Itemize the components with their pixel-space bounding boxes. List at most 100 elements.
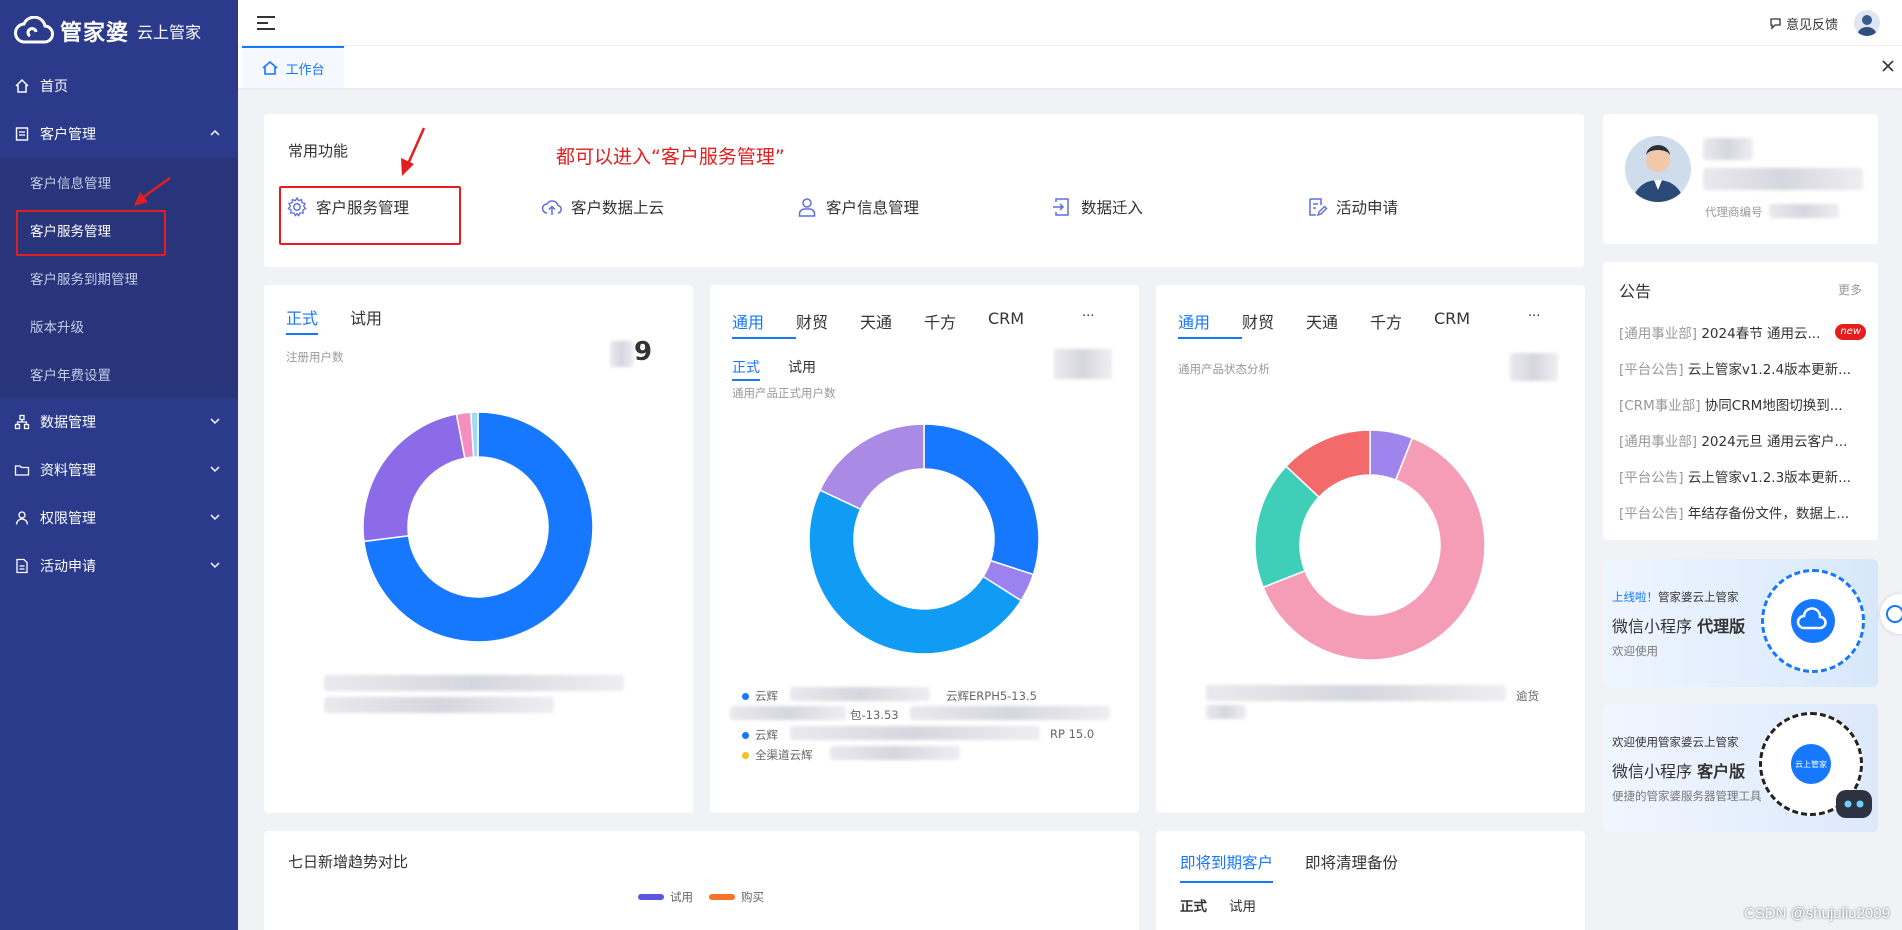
banner2-top: 欢迎使用管家婆云上管家 — [1612, 735, 1739, 749]
card2-legend-blur-2 — [730, 706, 846, 720]
tab-workbench[interactable]: 工作台 — [242, 46, 344, 88]
legend-item-trial[interactable]: 试用 — [638, 889, 693, 905]
subtab-formal[interactable]: 正式 — [1180, 895, 1207, 915]
mini-program-customer-banner[interactable]: 欢迎使用管家婆云上管家 微信小程序 客户版 便捷的管家婆服务器管理工具 云上管家 — [1603, 704, 1878, 832]
tab-caimao[interactable]: 财贸 — [796, 309, 860, 339]
new-badge: new — [1835, 324, 1866, 340]
red-arrow-sidebar — [134, 176, 171, 206]
tab-more[interactable]: ··· — [1528, 309, 1540, 339]
menu-fold-icon[interactable] — [256, 15, 276, 31]
tab-crm[interactable]: CRM — [988, 309, 1082, 339]
function-customer-info[interactable]: 客户信息管理 — [796, 196, 1051, 218]
tab-general[interactable]: 通用 — [1178, 309, 1242, 339]
sidebar-nav-lower: 数据管理 资料管理 权限管理 活动申请 — [0, 398, 238, 590]
notice-item[interactable]: [通用事业部] 2024春节 通用云... — [1619, 322, 1820, 342]
side-float-button[interactable] — [1880, 594, 1902, 634]
chevron-up-icon — [210, 129, 220, 136]
product-users-card: 通用 财贸 天通 千方 CRM ··· 正式 试用 通用产品正式用户数 云辉 云… — [710, 285, 1139, 813]
card2-subtabs: 正式 试用 — [732, 357, 816, 381]
robot-assistant-icon[interactable] — [1836, 790, 1872, 818]
notice-tag: [通用事业部] — [1619, 434, 1698, 450]
tab-trial[interactable]: 试用 — [350, 305, 382, 335]
legend-label: 试用 — [670, 890, 693, 904]
subtab-trial[interactable]: 试用 — [1229, 895, 1256, 915]
sidebar: 管家婆 云上管家 首页 客户管理 客户信息管理 客户服务管理 客户服务到期管理 … — [0, 0, 238, 930]
tab-qianfang[interactable]: 千方 — [924, 309, 988, 339]
notice-item[interactable]: [通用事业部] 2024元旦 通用云客户... — [1619, 430, 1847, 450]
legend-dot — [742, 751, 749, 759]
tab-tiantong[interactable]: 天通 — [1306, 309, 1370, 339]
sidebar-item-data[interactable]: 数据管理 — [0, 398, 238, 446]
tab-caimao[interactable]: 财贸 — [1242, 309, 1306, 339]
sidebar-item-customer[interactable]: 客户管理 — [0, 110, 238, 158]
function-row: 客户服务管理 客户数据上云 客户信息管理 数据迁入 活动申请 — [286, 196, 1561, 218]
notice-text: 年结存备份文件，数据上... — [1687, 506, 1850, 522]
tab-tiantong[interactable]: 天通 — [860, 309, 924, 339]
avatar-person-icon — [1633, 145, 1683, 202]
mini-program-agent-banner[interactable]: 上线啦！管家婆云上管家 微信小程序 代理版 欢迎使用 — [1603, 559, 1878, 687]
banner2-sub: 便捷的管家婆服务器管理工具 — [1612, 789, 1762, 803]
tab-backup-cleanup[interactable]: 即将清理备份 — [1305, 851, 1398, 883]
tab-more[interactable]: ··· — [1082, 309, 1094, 339]
notice-item[interactable]: [平台公告] 年结存备份文件，数据上... — [1619, 502, 1849, 522]
card3-legend-end: 逾货 — [1516, 688, 1539, 704]
banner2-main: 微信小程序 客户版 — [1612, 758, 1745, 782]
card1-number: 9 — [634, 337, 653, 367]
user-avatar[interactable] — [1854, 10, 1880, 36]
tab-qianfang[interactable]: 千方 — [1370, 309, 1434, 339]
sidebar-item-label: 权限管理 — [40, 511, 96, 527]
notice-item[interactable]: [CRM事业部] 协同CRM地图切换到... — [1619, 394, 1843, 414]
close-icon[interactable] — [1880, 58, 1896, 74]
function-data-upload[interactable]: 客户数据上云 — [541, 196, 796, 218]
function-data-import[interactable]: 数据迁入 — [1051, 196, 1306, 218]
sidebar-item-permissions[interactable]: 权限管理 — [0, 494, 238, 542]
function-label: 客户信息管理 — [826, 199, 920, 217]
donut-slice[interactable] — [923, 423, 1040, 576]
banner1-top: 上线啦！管家婆云上管家 — [1612, 589, 1739, 605]
qr-label: 云上管家 — [1795, 759, 1827, 769]
function-label: 活动申请 — [1336, 199, 1399, 217]
sidebar-item-home[interactable]: 首页 — [0, 62, 238, 110]
notice-item[interactable]: [平台公告] 云上管家v1.2.3版本更新... — [1619, 466, 1851, 486]
tab-crm[interactable]: CRM — [1434, 309, 1528, 339]
logo[interactable]: 管家婆 云上管家 — [0, 0, 238, 62]
notice-tag: [平台公告] — [1619, 506, 1684, 522]
home-icon — [262, 60, 279, 75]
subtab-formal[interactable]: 正式 — [732, 357, 760, 381]
chevron-down-icon — [210, 466, 220, 473]
sidebar-item-activity[interactable]: 活动申请 — [0, 542, 238, 590]
common-functions-card: 常用功能 都可以进入“客户服务管理” 客户服务管理 客户数据上云 客户信息管理 … — [264, 114, 1584, 267]
notice-more-link[interactable]: 更多 — [1838, 281, 1862, 298]
banner1-prefix: 上线啦！ — [1612, 590, 1658, 604]
feedback-button[interactable]: 意见反馈 — [1769, 14, 1838, 33]
card3-legend-blur-1 — [1206, 685, 1506, 701]
cloud-upload-icon — [541, 200, 562, 215]
legend-swatch — [638, 894, 664, 900]
function-activity-apply[interactable]: 活动申请 — [1306, 196, 1561, 218]
tab-formal[interactable]: 正式 — [286, 305, 319, 335]
function-label: 客户数据上云 — [571, 199, 665, 217]
topbar: 意见反馈 — [238, 0, 1902, 46]
notice-item[interactable]: [平台公告] 云上管家v1.2.4版本更新... — [1619, 358, 1851, 378]
banner1-line1b: 代理版 — [1697, 617, 1746, 636]
tab-expiring-customers[interactable]: 即将到期客户 — [1180, 851, 1274, 883]
donut-slice[interactable] — [818, 423, 925, 511]
tab-general[interactable]: 通用 — [732, 309, 796, 339]
submenu-service-expiry[interactable]: 客户服务到期管理 — [0, 254, 238, 302]
card2-legend-blur-1 — [790, 687, 930, 701]
sidebar-item-resources[interactable]: 资料管理 — [0, 446, 238, 494]
submenu-annual-fee[interactable]: 客户年费设置 — [0, 350, 238, 398]
submenu-version-upgrade[interactable]: 版本升级 — [0, 302, 238, 350]
donut-slice[interactable] — [362, 413, 466, 543]
notice-tag: [CRM事业部] — [1619, 398, 1701, 414]
subtab-trial[interactable]: 试用 — [788, 357, 816, 381]
card2-tabs: 通用 财贸 天通 千方 CRM ··· — [732, 309, 1094, 339]
legend-item-purchase[interactable]: 购买 — [709, 889, 764, 905]
sidebar-item-label: 活动申请 — [40, 559, 96, 575]
card2-legend-e: RP 15.0 — [1050, 727, 1094, 741]
cloud-logo-icon — [1791, 599, 1835, 643]
notice-title: 公告 — [1619, 282, 1652, 301]
card2-legend-a: 云辉 — [742, 688, 778, 704]
submenu-customer-info[interactable]: 客户信息管理 — [0, 158, 238, 206]
trend-card: 七日新增趋势对比 试用 购买 — [264, 831, 1139, 930]
